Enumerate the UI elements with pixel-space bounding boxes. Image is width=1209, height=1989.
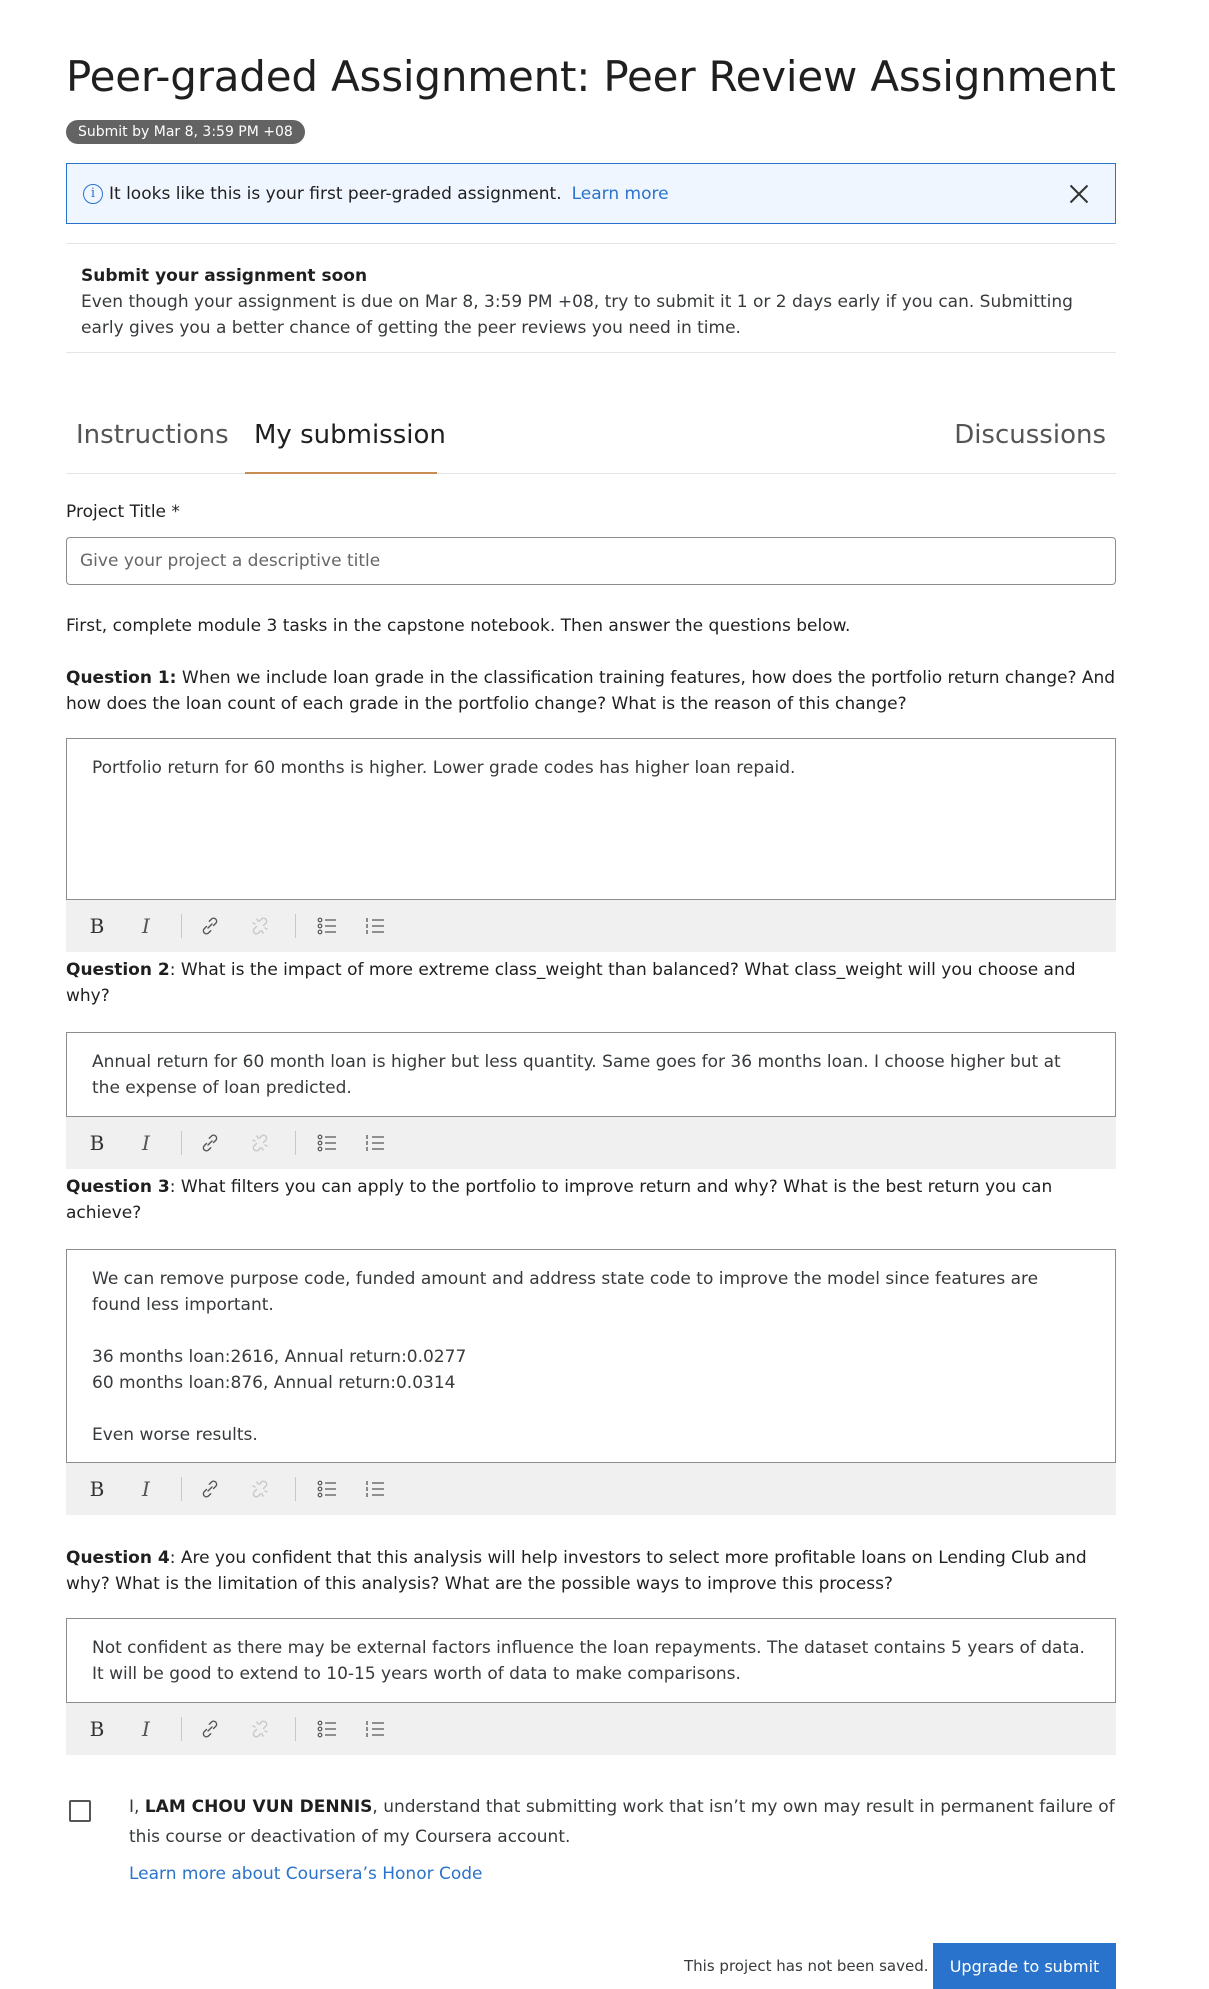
numbered-list-icon[interactable]: [362, 1716, 388, 1742]
tab-instructions[interactable]: Instructions: [76, 420, 229, 450]
question-1-text: When we include loan grade in the classi…: [66, 668, 1116, 714]
question-4: Question 4: Are you confident that this …: [66, 1545, 1116, 1597]
unlink-icon[interactable]: [247, 1716, 273, 1742]
question-3-text: : What filters you can apply to the port…: [66, 1177, 1053, 1223]
banner-text: It looks like this is your first peer-gr…: [109, 183, 562, 204]
answer-3-toolbar: B I: [66, 1463, 1116, 1515]
answer-2-toolbar: B I: [66, 1117, 1116, 1169]
notice-title: Submit your assignment soon: [81, 266, 368, 286]
close-icon[interactable]: [1065, 180, 1093, 208]
answer-3-editor[interactable]: We can remove purpose code, funded amoun…: [66, 1249, 1116, 1463]
italic-icon[interactable]: I: [133, 913, 159, 939]
intro-text: First, complete module 3 tasks in the ca…: [66, 616, 851, 636]
question-1: Question 1: When we include loan grade i…: [66, 665, 1116, 717]
question-4-label: Question 4: [66, 1548, 170, 1568]
question-2-label: Question 2: [66, 960, 170, 980]
question-2-text: : What is the impact of more extreme cla…: [66, 960, 1076, 1006]
answer-1-toolbar: B I: [66, 900, 1116, 952]
question-4-text: : Are you confident that this analysis w…: [66, 1548, 1087, 1594]
project-title-label: Project Title *: [66, 502, 180, 522]
bold-icon[interactable]: B: [84, 913, 110, 939]
question-1-label: Question 1:: [66, 668, 177, 688]
italic-icon[interactable]: I: [133, 1130, 159, 1156]
toolbar-divider: [295, 914, 296, 938]
link-icon[interactable]: [197, 913, 223, 939]
bold-icon[interactable]: B: [84, 1476, 110, 1502]
question-3: Question 3: What filters you can apply t…: [66, 1174, 1116, 1226]
notice-body: Even though your assignment is due on Ma…: [81, 292, 1073, 338]
assignment-tabs: Instructions My submission Discussions: [66, 400, 1116, 474]
unlink-icon[interactable]: [247, 1130, 273, 1156]
bulleted-list-icon[interactable]: [314, 1476, 340, 1502]
numbered-list-icon[interactable]: [362, 913, 388, 939]
link-icon[interactable]: [197, 1716, 223, 1742]
question-3-label: Question 3: [66, 1177, 170, 1197]
toolbar-divider: [181, 914, 182, 938]
project-title-input[interactable]: [66, 537, 1116, 585]
toolbar-divider: [181, 1131, 182, 1155]
honor-code-statement: I, LAM CHOU VUN DENNIS, understand that …: [129, 1792, 1119, 1852]
bold-icon[interactable]: B: [84, 1130, 110, 1156]
bulleted-list-icon[interactable]: [314, 913, 340, 939]
upgrade-to-submit-button[interactable]: Upgrade to submit: [933, 1943, 1116, 1989]
toolbar-divider: [181, 1477, 182, 1501]
toolbar-divider: [181, 1717, 182, 1741]
link-icon[interactable]: [197, 1130, 223, 1156]
italic-icon[interactable]: I: [133, 1476, 159, 1502]
bold-icon[interactable]: B: [84, 1716, 110, 1742]
unlink-icon[interactable]: [247, 913, 273, 939]
bulleted-list-icon[interactable]: [314, 1716, 340, 1742]
honor-code-checkbox[interactable]: [69, 1800, 91, 1822]
learn-more-link[interactable]: Learn more: [572, 184, 669, 204]
italic-icon[interactable]: I: [133, 1716, 159, 1742]
toolbar-divider: [295, 1717, 296, 1741]
numbered-list-icon[interactable]: [362, 1130, 388, 1156]
tab-discussions[interactable]: Discussions: [954, 420, 1106, 450]
answer-4-toolbar: B I: [66, 1703, 1116, 1755]
learner-name: LAM CHOU VUN DENNIS: [144, 1797, 373, 1817]
toolbar-divider: [295, 1477, 296, 1501]
info-icon: i: [83, 183, 103, 204]
submit-soon-notice: Submit your assignment soon Even though …: [66, 243, 1116, 353]
first-assignment-banner: i It looks like this is your first peer-…: [66, 163, 1116, 224]
question-2: Question 2: What is the impact of more e…: [66, 957, 1116, 1009]
bulleted-list-icon[interactable]: [314, 1130, 340, 1156]
answer-1-editor[interactable]: Portfolio return for 60 months is higher…: [66, 738, 1116, 900]
link-icon[interactable]: [197, 1476, 223, 1502]
numbered-list-icon[interactable]: [362, 1476, 388, 1502]
toolbar-divider: [295, 1131, 296, 1155]
unlink-icon[interactable]: [247, 1476, 273, 1502]
honor-prefix: I,: [129, 1797, 145, 1817]
active-tab-indicator: [245, 472, 437, 474]
answer-4-editor[interactable]: Not confident as there may be external f…: [66, 1618, 1116, 1703]
tab-my-submission[interactable]: My submission: [254, 420, 446, 450]
answer-2-editor[interactable]: Annual return for 60 month loan is highe…: [66, 1032, 1116, 1117]
due-date-badge: Submit by Mar 8, 3:59 PM +08: [66, 120, 305, 144]
save-status: This project has not been saved.: [684, 1957, 929, 1975]
honor-code-link[interactable]: Learn more about Coursera’s Honor Code: [129, 1864, 483, 1884]
page-title: Peer-graded Assignment: Peer Review Assi…: [66, 52, 1116, 101]
